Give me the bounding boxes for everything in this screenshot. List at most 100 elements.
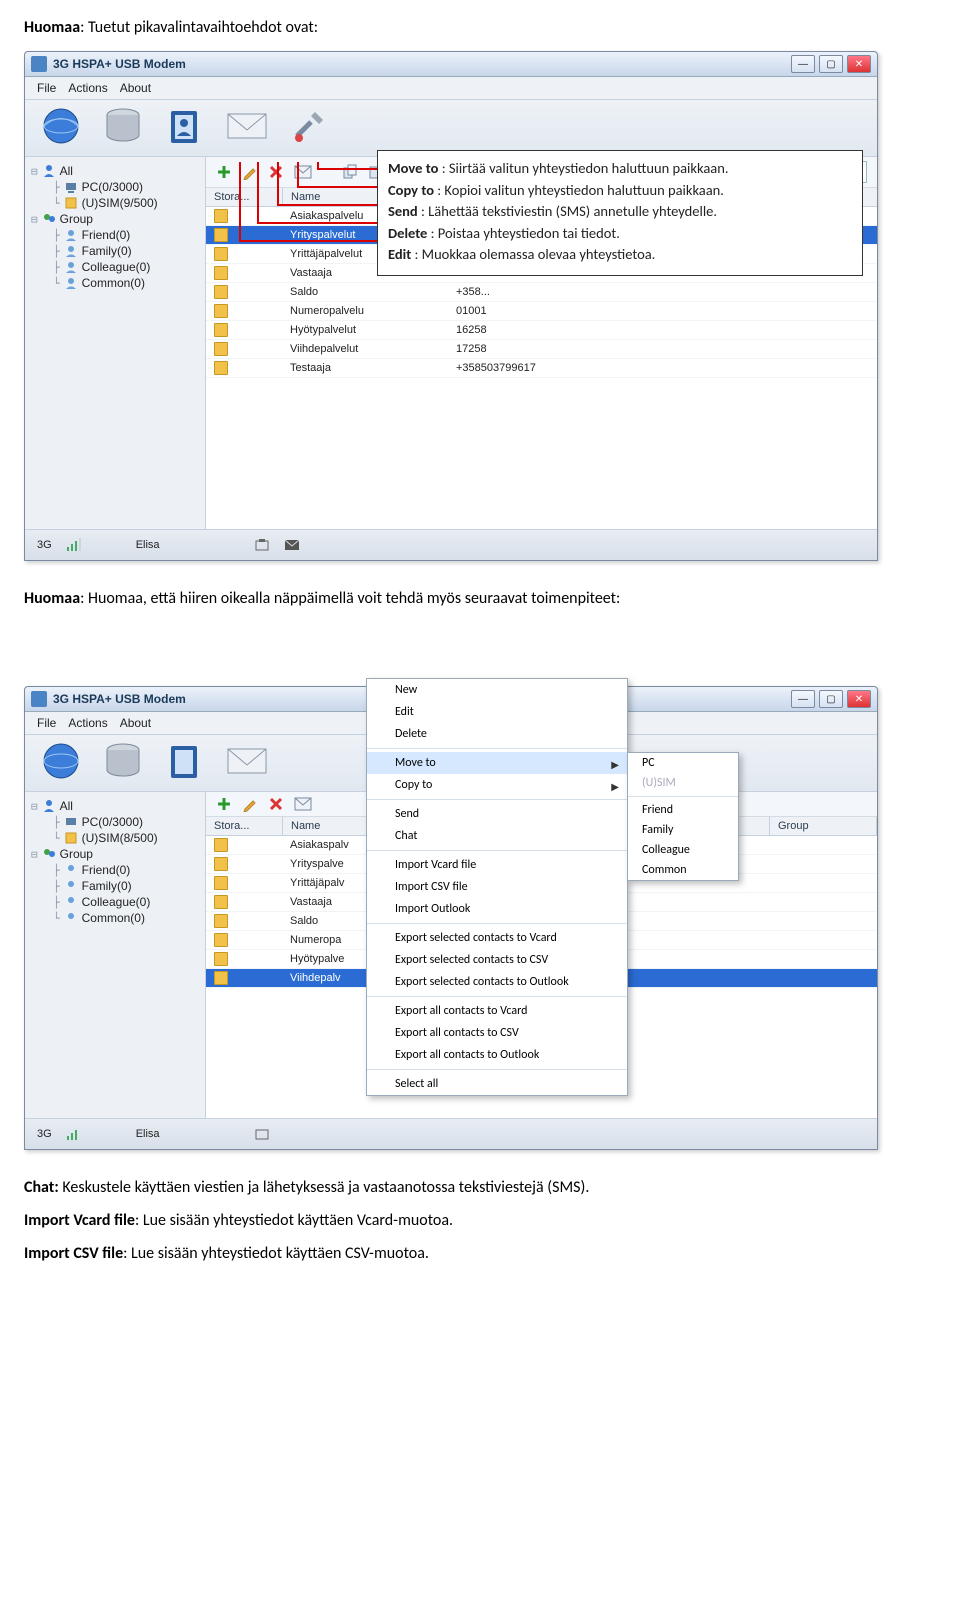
callout-send-label: Send — [388, 202, 418, 220]
callout-move-label: Move to — [388, 159, 438, 177]
menu-about[interactable]: About — [120, 81, 151, 95]
sub-common[interactable]: Common — [628, 860, 738, 880]
col-storage[interactable]: Stora... — [206, 188, 283, 206]
tree-family[interactable]: ├Family(0) — [51, 878, 201, 894]
maximize-button[interactable]: ▢ — [819, 55, 843, 73]
carrier-label: Elisa — [136, 1128, 160, 1140]
tree-usim[interactable]: └(U)SIM(9/500) — [51, 195, 201, 211]
chevron-right-icon: ▶ — [611, 780, 619, 793]
close-button[interactable]: ✕ — [847, 55, 871, 73]
tree-usim[interactable]: └(U)SIM(8/500) — [51, 830, 201, 846]
tree-friend[interactable]: ├Friend(0) — [51, 862, 201, 878]
ctx-export-all-csv[interactable]: Export all contacts to CSV — [367, 1022, 627, 1044]
ctx-import-outlook[interactable]: Import Outlook — [367, 898, 627, 920]
ctx-import-vcard[interactable]: Import Vcard file — [367, 854, 627, 876]
ctx-move-to[interactable]: Move to▶ PC (U)SIM Friend Family Colleag… — [367, 752, 627, 774]
chat-para: Chat: Keskustele käyttäen viestien ja lä… — [24, 1178, 936, 1197]
tree-group[interactable]: ⊟Group — [29, 846, 201, 862]
globe-icon[interactable] — [39, 106, 83, 146]
edit-icon[interactable] — [242, 164, 258, 180]
import-vcard-para: Import Vcard file: Lue sisään yhteystied… — [24, 1211, 936, 1230]
col-group[interactable]: Group — [770, 817, 877, 835]
ctx-export-sel-outlook[interactable]: Export selected contacts to Outlook — [367, 971, 627, 993]
menu-actions[interactable]: Actions — [68, 81, 107, 95]
tree-pc[interactable]: ├PC(0/3000) — [51, 179, 201, 195]
tree-friend[interactable]: ├Friend(0) — [51, 227, 201, 243]
tree-colleague[interactable]: ├Colleague(0) — [51, 894, 201, 910]
carrier-label: Elisa — [136, 539, 160, 551]
minimize-button[interactable]: — — [791, 690, 815, 708]
ctx-export-all-outlook[interactable]: Export all contacts to Outlook — [367, 1044, 627, 1066]
ctx-copy-to[interactable]: Copy to▶ — [367, 774, 627, 796]
close-button[interactable]: ✕ — [847, 690, 871, 708]
delete-icon[interactable] — [268, 796, 284, 812]
app-window-1: Move to : Siirtää valitun yhteystiedon h… — [24, 51, 878, 561]
ivcard-text: : Lue sisään yhteystiedot käyttäen Vcard… — [135, 1211, 453, 1230]
globe-icon[interactable] — [39, 741, 83, 781]
titlebar[interactable]: 3G HSPA+ USB Modem — ▢ ✕ — [25, 52, 877, 77]
ctx-export-sel-vcard[interactable]: Export selected contacts to Vcard — [367, 927, 627, 949]
table-row[interactable]: Testaaja+358503799617 — [206, 359, 877, 378]
table-row[interactable]: Saldo+358... — [206, 283, 877, 302]
note1-label: Huomaa — [24, 18, 80, 37]
send-mail-icon[interactable] — [294, 797, 312, 811]
ctx-edit[interactable]: Edit — [367, 701, 627, 723]
tree-pc[interactable]: ├PC(0/3000) — [51, 814, 201, 830]
mail-icon[interactable] — [225, 741, 269, 781]
sub-family[interactable]: Family — [628, 820, 738, 840]
ctx-send[interactable]: Send — [367, 803, 627, 825]
sub-colleague[interactable]: Colleague — [628, 840, 738, 860]
edit-icon[interactable] — [242, 796, 258, 812]
callout-edit-text: : Muokkaa olemassa olevaa yhteystietoa. — [411, 245, 655, 263]
delete-icon[interactable] — [268, 164, 284, 180]
red-line — [239, 240, 399, 242]
ctx-delete[interactable]: Delete — [367, 723, 627, 745]
sub-friend[interactable]: Friend — [628, 800, 738, 820]
tree-group[interactable]: ⊟Group — [29, 211, 201, 227]
minimize-button[interactable]: — — [791, 55, 815, 73]
tree-common[interactable]: └Common(0) — [51, 910, 201, 926]
copy-to-icon[interactable] — [342, 164, 358, 180]
callout-copy-text: : Kopioi valitun yhteystiedon haluttuun … — [434, 181, 724, 199]
add-icon[interactable] — [216, 164, 232, 180]
contacts-tree: ⊟All ├PC(0/3000) └(U)SIM(9/500) ⊟Group ├… — [25, 157, 206, 529]
tools-icon[interactable] — [287, 106, 331, 146]
sub-pc[interactable]: PC — [628, 753, 738, 773]
app-icon — [31, 56, 47, 72]
contacts-icon[interactable] — [163, 741, 207, 781]
tree-all[interactable]: ⊟All — [29, 163, 201, 179]
red-line — [239, 162, 241, 240]
ctx-chat[interactable]: Chat — [367, 825, 627, 847]
callout-delete-label: Delete — [388, 224, 427, 242]
mail-icon[interactable] — [225, 106, 269, 146]
add-icon[interactable] — [216, 796, 232, 812]
app-icon — [31, 691, 47, 707]
col-storage[interactable]: Stora... — [206, 817, 283, 835]
ctx-new[interactable]: New — [367, 679, 627, 701]
menubar: File Actions About — [25, 77, 877, 100]
menu-about[interactable]: About — [120, 716, 151, 730]
database-icon[interactable] — [101, 741, 145, 781]
menu-actions[interactable]: Actions — [68, 716, 107, 730]
tree-family[interactable]: ├Family(0) — [51, 243, 201, 259]
table-row[interactable]: Viihdepalvelut17258 — [206, 340, 877, 359]
tree-all[interactable]: ⊟All — [29, 798, 201, 814]
ctx-export-sel-csv[interactable]: Export selected contacts to CSV — [367, 949, 627, 971]
chat-text: Keskustele käyttäen viestien ja lähetyks… — [59, 1178, 590, 1197]
database-icon[interactable] — [101, 106, 145, 146]
red-line — [297, 162, 299, 186]
table-row[interactable]: Numeropalvelu01001 — [206, 302, 877, 321]
signal-bars-icon — [66, 538, 82, 552]
ctx-import-csv[interactable]: Import CSV file — [367, 876, 627, 898]
ctx-export-all-vcard[interactable]: Export all contacts to Vcard — [367, 1000, 627, 1022]
import-csv-para: Import CSV file: Lue sisään yhteystiedot… — [24, 1244, 936, 1263]
table-row[interactable]: Hyötypalvelut16258 — [206, 321, 877, 340]
ctx-select-all[interactable]: Select all — [367, 1073, 627, 1095]
menu-file[interactable]: File — [37, 81, 56, 95]
tree-common[interactable]: └Common(0) — [51, 275, 201, 291]
window-title: 3G HSPA+ USB Modem — [53, 57, 791, 71]
contacts-icon[interactable] — [163, 106, 207, 146]
maximize-button[interactable]: ▢ — [819, 690, 843, 708]
menu-file[interactable]: File — [37, 716, 56, 730]
tree-colleague[interactable]: ├Colleague(0) — [51, 259, 201, 275]
